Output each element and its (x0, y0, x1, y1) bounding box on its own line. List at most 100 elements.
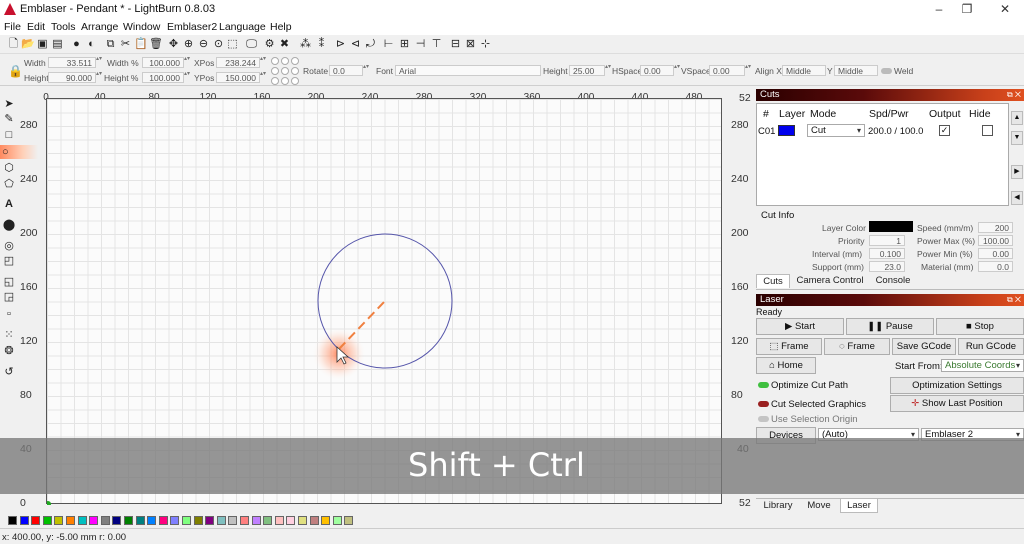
palette-swatch[interactable] (124, 516, 133, 525)
palette-swatch[interactable] (240, 516, 249, 525)
align-top-icon[interactable]: ⊤ (430, 38, 443, 51)
align-left-icon[interactable]: ⊢ (382, 38, 395, 51)
palette-swatch[interactable] (89, 516, 99, 525)
text-height-spin[interactable]: ▴▾ (605, 64, 611, 76)
menu-arrange[interactable]: Arrange (81, 21, 118, 33)
palette-swatch[interactable] (158, 516, 168, 525)
paste-icon[interactable]: 📋 (134, 38, 148, 51)
palette-swatch[interactable] (135, 516, 145, 525)
move-down-icon[interactable]: ▼ (1011, 131, 1023, 145)
palette-swatch[interactable] (112, 516, 122, 525)
align-x-select[interactable]: Middle (782, 65, 826, 76)
palette-swatch[interactable] (77, 516, 87, 525)
move-icon[interactable]: ✥ (167, 38, 180, 51)
array-icon[interactable]: ⁙ (2, 328, 16, 342)
power-max-field[interactable]: 100.00 (978, 235, 1013, 246)
rectangle-tool-icon[interactable]: □ (2, 128, 16, 142)
dock-icon[interactable]: ⊹ (479, 38, 492, 51)
palette-swatch[interactable] (228, 516, 238, 525)
xpos-field[interactable]: 238.244 (216, 57, 260, 68)
stop-button[interactable]: ■ Stop (936, 318, 1024, 335)
align-center-icon[interactable]: ⊞ (398, 38, 411, 51)
layer-color-box[interactable] (869, 221, 913, 232)
optimization-settings-button[interactable]: Optimization Settings (890, 377, 1024, 394)
palette-swatch[interactable] (205, 516, 215, 525)
height-pct-spin[interactable]: ▴▾ (184, 71, 190, 83)
mode-select[interactable]: Cut (807, 124, 865, 137)
frame-rect-button[interactable]: ⬚ Frame (756, 338, 822, 355)
width-field[interactable]: 33.511 (48, 57, 96, 68)
height-field[interactable]: 90.000 (48, 72, 96, 83)
tab-camera-control[interactable]: Camera Control (794, 274, 866, 288)
hspace-field[interactable]: 0.00 (640, 65, 674, 76)
palette-swatch[interactable] (193, 516, 203, 525)
delete-icon[interactable]: 🗑 (149, 38, 163, 51)
distribute-h-icon[interactable]: ⊟ (449, 38, 462, 51)
tab-laser[interactable]: Laser (840, 499, 878, 513)
open-file-icon[interactable]: 📂 (21, 38, 35, 51)
menu-edit[interactable]: Edit (27, 21, 45, 33)
tab-library[interactable]: Library (756, 499, 800, 513)
panel-close-icon[interactable]: ⧉ ✕ (1007, 294, 1021, 306)
close-button[interactable]: ✕ (988, 0, 1022, 19)
subtract-icon[interactable]: ◲ (2, 290, 16, 304)
show-last-position-button[interactable]: ✛ Show Last Position (890, 395, 1024, 412)
text-tool-icon[interactable]: A (2, 197, 16, 211)
offset-icon[interactable]: ◎ (2, 239, 16, 253)
anchor-grid-icon[interactable] (270, 56, 302, 86)
line-tool-icon[interactable]: ⬠ (2, 177, 16, 191)
position-laser-icon[interactable]: ⬤ (2, 218, 16, 232)
prev-icon[interactable]: ◀ (1011, 191, 1023, 205)
palette-swatch[interactable] (344, 516, 354, 525)
palette-swatch[interactable] (42, 516, 52, 525)
material-field[interactable]: 0.0 (978, 261, 1013, 272)
tab-move[interactable]: Move (800, 499, 838, 513)
edit-nodes-icon[interactable]: ✎ (2, 112, 16, 126)
height-spin[interactable]: ▴▾ (96, 71, 102, 83)
rotate-spin[interactable]: ▴▾ (363, 64, 369, 76)
zoom-select-icon[interactable]: ⬚ (226, 38, 239, 51)
power-min-field[interactable]: 0.00 (978, 248, 1013, 259)
align-y-select[interactable]: Middle (834, 65, 878, 76)
circular-array-icon[interactable]: ❂ (2, 344, 16, 358)
ungroup-icon[interactable]: ⁑ (315, 38, 328, 51)
save-gcode-button[interactable]: Save GCode (892, 338, 956, 355)
camera-icon[interactable]: ● (70, 38, 83, 51)
save-file-icon[interactable]: ▣ (36, 38, 49, 51)
palette-swatch[interactable] (298, 516, 307, 525)
monitor-icon[interactable]: 🖵 (245, 38, 258, 51)
palette-swatch[interactable] (170, 516, 180, 525)
union-icon[interactable]: ◱ (2, 275, 16, 289)
trace-icon[interactable]: ◐ (85, 38, 98, 51)
palette-swatch[interactable] (31, 516, 41, 525)
palette-swatch[interactable] (147, 516, 157, 525)
speed-field[interactable]: 200 (978, 222, 1013, 233)
panel-close-icon[interactable]: ⧉ ✕ (1007, 89, 1021, 101)
tab-console[interactable]: Console (870, 274, 916, 288)
palette-swatch[interactable] (309, 516, 319, 525)
output-checkbox[interactable]: ✓ (939, 125, 950, 136)
optimize-toggle[interactable] (758, 382, 769, 388)
palette-swatch[interactable] (216, 516, 226, 525)
run-gcode-button[interactable]: Run GCode (958, 338, 1024, 355)
support-field[interactable]: 23.0 (869, 261, 905, 272)
zoom-out-icon[interactable]: ⊖ (197, 38, 210, 51)
polygon-tool-icon[interactable]: ⬡ (2, 161, 16, 175)
ypos-spin[interactable]: ▴▾ (260, 71, 266, 83)
hide-checkbox[interactable] (982, 125, 993, 136)
rotate-icon[interactable]: ⤾ (364, 38, 377, 51)
frame-round-button[interactable]: ◌ Frame (824, 338, 890, 355)
priority-field[interactable]: 1 (869, 235, 905, 246)
palette-swatch[interactable] (251, 516, 261, 525)
mirror-h-icon[interactable]: ⊳ (334, 38, 347, 51)
rotate-field[interactable]: 0.0 (329, 65, 363, 76)
vspace-field[interactable]: 0.00 (709, 65, 745, 76)
weld-toggle[interactable] (881, 68, 892, 74)
ellipse-tool-icon[interactable]: ○ (0, 145, 38, 159)
tools-icon[interactable]: ✖ (278, 38, 291, 51)
hspace-spin[interactable]: ▴▾ (674, 64, 680, 76)
group-icon[interactable]: ⁂ (299, 38, 312, 51)
move-up-icon[interactable]: ▲ (1011, 111, 1023, 125)
align-right-icon[interactable]: ⊣ (414, 38, 427, 51)
menu-file[interactable]: File (4, 21, 21, 33)
